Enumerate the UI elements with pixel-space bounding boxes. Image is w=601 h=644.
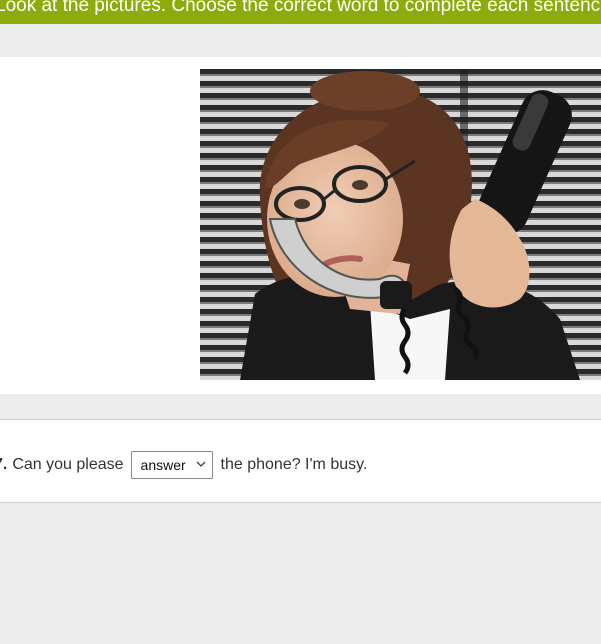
answer-dropdown-value: answer: [140, 457, 186, 473]
chevron-down-icon: [196, 461, 205, 467]
woman-on-phone-photo: [200, 69, 601, 380]
instructions-banner: Look at the pictures. Choose the correct…: [0, 0, 601, 24]
question-card: 7. Can you please answer the phone? I'm …: [0, 420, 601, 503]
divider-band: [0, 394, 601, 420]
question-text-after: the phone? I'm busy.: [220, 456, 368, 473]
picture-card: [0, 57, 601, 394]
question-text-before: Can you please: [12, 456, 124, 473]
spacer-band: [0, 24, 601, 57]
page-background: [0, 503, 601, 644]
answer-dropdown[interactable]: answer: [130, 451, 213, 479]
question-row: 7. Can you please answer the phone? I'm …: [0, 451, 367, 479]
question-number: 7.: [0, 456, 8, 473]
instructions-text: Look at the pictures. Choose the correct…: [0, 0, 601, 16]
